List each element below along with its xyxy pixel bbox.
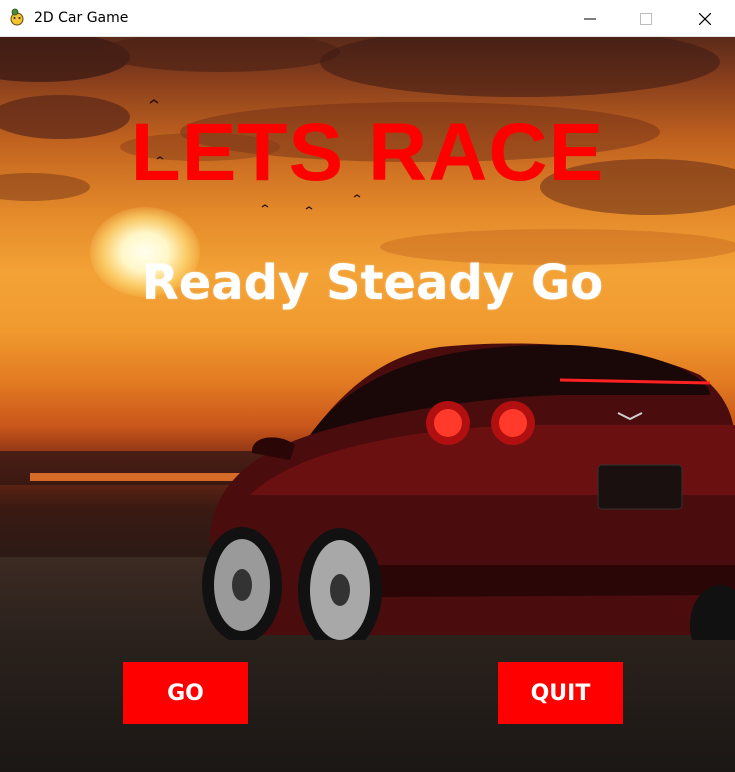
go-button[interactable]: GO (123, 662, 248, 724)
maximize-button[interactable] (618, 0, 674, 37)
window-title: 2D Car Game (34, 10, 129, 26)
maximize-icon (640, 12, 652, 25)
pygame-snake-icon (10, 8, 24, 26)
quit-button[interactable]: QUIT (498, 662, 623, 724)
game-subtitle: Ready Steady Go (141, 255, 604, 311)
sports-car-image (202, 343, 735, 640)
window-titlebar: 2D Car Game (0, 0, 735, 37)
minimize-button[interactable] (562, 0, 618, 37)
minimize-icon (584, 18, 596, 19)
game-title: LETS RACE (130, 107, 605, 198)
game-canvas[interactable]: LETS RACE Ready Steady Go GO QUIT (0, 37, 735, 772)
close-button[interactable] (677, 0, 733, 37)
close-icon (699, 12, 711, 25)
